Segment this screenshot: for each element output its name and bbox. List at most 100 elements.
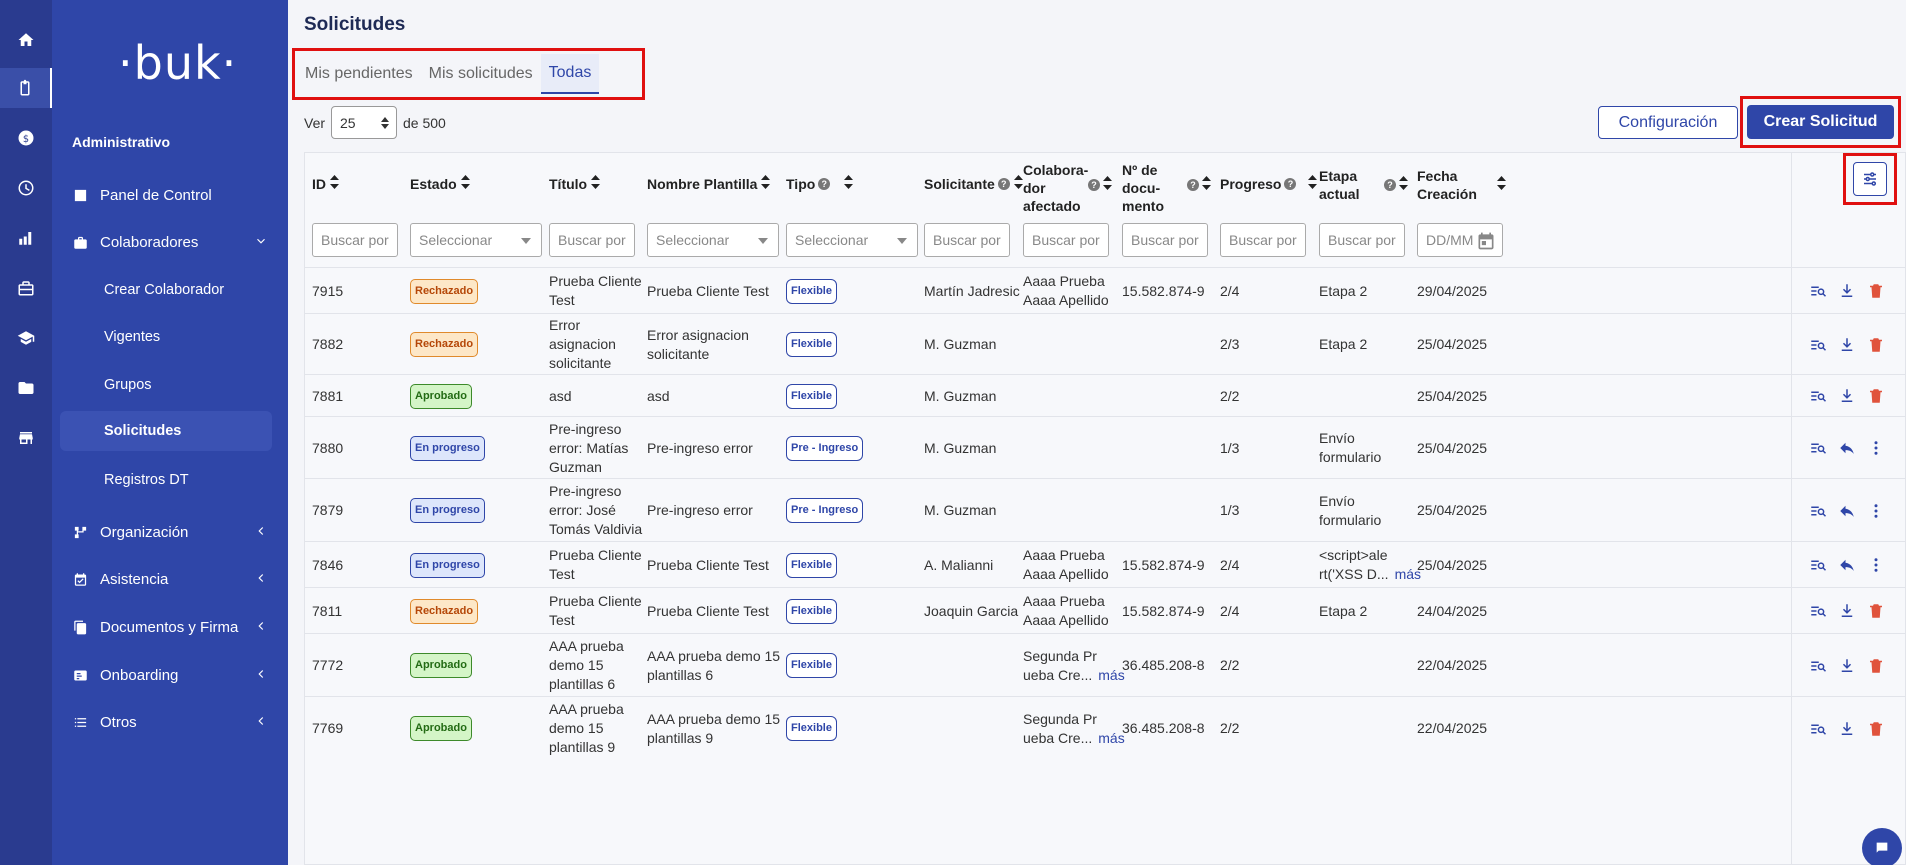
header-colaborador-afectado[interactable]: Colabora-dor afectado xyxy=(1023,161,1088,215)
sidebar-item-grupos[interactable]: Grupos xyxy=(52,365,288,405)
header-etapa-actual[interactable]: Etapa actual xyxy=(1319,167,1359,203)
tab-todas[interactable]: Todas xyxy=(540,54,600,94)
rail-attendance[interactable] xyxy=(0,168,52,208)
view-details-icon[interactable] xyxy=(1809,387,1827,405)
help-icon[interactable]: ? xyxy=(1384,179,1396,191)
column-settings-button[interactable] xyxy=(1853,162,1887,196)
header-titulo[interactable]: Título xyxy=(549,175,601,193)
view-details-icon[interactable] xyxy=(1809,720,1827,738)
page-size-select[interactable]: 25 xyxy=(331,106,398,139)
view-details-icon[interactable] xyxy=(1809,502,1827,520)
rail-home[interactable] xyxy=(0,20,52,60)
sort-icon[interactable] xyxy=(1497,176,1506,195)
view-details-icon[interactable] xyxy=(1809,282,1827,300)
delete-icon[interactable] xyxy=(1867,387,1885,405)
sidebar-item-organizacion[interactable]: Organización xyxy=(52,512,288,552)
view-details-icon[interactable] xyxy=(1809,439,1827,457)
sidebar-item-otros[interactable]: Otros xyxy=(52,702,288,742)
header-tipo[interactable]: Tipo? xyxy=(786,175,854,193)
table-row[interactable]: 7881 Aprobado asd asd Flexible M. Guzman 2/2 25… xyxy=(305,374,1906,416)
sort-icon[interactable] xyxy=(1399,176,1408,195)
view-details-icon[interactable] xyxy=(1809,602,1827,620)
header-estado[interactable]: Estado xyxy=(410,175,470,193)
more-options-icon[interactable] xyxy=(1867,502,1885,520)
download-icon[interactable] xyxy=(1838,336,1856,354)
header-fecha-creacion[interactable]: Fecha Creación xyxy=(1417,167,1477,203)
table-row[interactable]: 7879 En progreso Pre-ingreso error: José Tom… xyxy=(305,478,1906,541)
sidebar-item-vigentes[interactable]: Vigentes xyxy=(52,317,288,357)
sidebar-item-registros-dt[interactable]: Registros DT xyxy=(52,460,288,500)
reply-icon[interactable] xyxy=(1838,439,1856,457)
reply-icon[interactable] xyxy=(1838,556,1856,574)
filter-fecha-input[interactable]: DD/MM xyxy=(1417,223,1503,257)
filter-plantilla-select[interactable]: Seleccionar xyxy=(647,223,779,257)
table-row[interactable]: 7846 En progreso Prueba Cliente Test Prueba … xyxy=(305,541,1906,587)
filter-etapa-input[interactable]: Buscar por xyxy=(1319,223,1405,257)
rail-people[interactable] xyxy=(0,218,52,258)
rail-benefits[interactable] xyxy=(0,268,52,308)
header-id[interactable]: ID xyxy=(312,175,339,193)
chevron-left-icon[interactable] xyxy=(254,524,270,540)
delete-icon[interactable] xyxy=(1867,657,1885,675)
download-icon[interactable] xyxy=(1838,282,1856,300)
delete-icon[interactable] xyxy=(1867,336,1885,354)
crear-solicitud-button[interactable]: Crear Solicitud xyxy=(1747,105,1894,139)
table-row[interactable]: 7915 Rechazado Prueba Cliente Test Prueba Cl… xyxy=(305,267,1906,313)
view-details-icon[interactable] xyxy=(1809,336,1827,354)
view-details-icon[interactable] xyxy=(1809,556,1827,574)
sidebar-item-asistencia[interactable]: Asistencia xyxy=(52,559,288,599)
table-row[interactable]: 7772 Aprobado AAA prueba demo 15 plantillas … xyxy=(305,633,1906,696)
help-icon[interactable]: ? xyxy=(1187,179,1199,191)
chevron-left-icon[interactable] xyxy=(254,571,270,587)
rail-training[interactable] xyxy=(0,318,52,358)
sidebar-item-solicitudes[interactable]: Solicitudes xyxy=(60,411,272,451)
more-link[interactable]: más xyxy=(1098,729,1124,748)
tab-mis-pendientes[interactable]: Mis pendientes xyxy=(305,59,413,89)
header-plantilla[interactable]: Nombre Plantilla xyxy=(647,175,771,193)
filter-documento-input[interactable]: Buscar por xyxy=(1122,223,1208,257)
more-link[interactable]: más xyxy=(1098,666,1124,685)
table-row[interactable]: 7880 En progreso Pre-ingreso error: Matías G… xyxy=(305,416,1906,478)
rail-payroll[interactable]: $ xyxy=(0,118,52,158)
configuracion-button[interactable]: Configuración xyxy=(1598,106,1738,139)
chevron-down-icon[interactable] xyxy=(254,234,270,250)
download-icon[interactable] xyxy=(1838,602,1856,620)
delete-icon[interactable] xyxy=(1867,720,1885,738)
tab-mis-solicitudes[interactable]: Mis solicitudes xyxy=(429,59,533,89)
filter-titulo-input[interactable]: Buscar por xyxy=(549,223,635,257)
download-icon[interactable] xyxy=(1838,720,1856,738)
table-row[interactable]: 7811 Rechazado Prueba Cliente Test Prueba Cl… xyxy=(305,587,1906,633)
buk-logo[interactable]: ·buk· xyxy=(118,36,237,90)
view-details-icon[interactable] xyxy=(1809,657,1827,675)
chevron-left-icon[interactable] xyxy=(254,619,270,635)
table-row[interactable]: 7769 Aprobado AAA prueba demo 15 plantillas … xyxy=(305,696,1906,759)
chat-button[interactable] xyxy=(1862,828,1902,865)
more-options-icon[interactable] xyxy=(1867,556,1885,574)
header-documento[interactable]: Nº de docu-mento xyxy=(1122,161,1164,215)
rail-store[interactable] xyxy=(0,418,52,458)
filter-colaborador-input[interactable]: Buscar por xyxy=(1023,223,1109,257)
more-options-icon[interactable] xyxy=(1867,439,1885,457)
sort-icon[interactable] xyxy=(1202,176,1211,195)
download-icon[interactable] xyxy=(1838,657,1856,675)
chevron-left-icon[interactable] xyxy=(254,714,270,730)
sidebar-item-documentos[interactable]: Documentos y Firma xyxy=(52,607,288,647)
delete-icon[interactable] xyxy=(1867,282,1885,300)
sidebar-item-onboarding[interactable]: Onboarding xyxy=(52,655,288,695)
filter-solicitante-input[interactable]: Buscar por xyxy=(924,223,1010,257)
help-icon[interactable]: ? xyxy=(1088,179,1100,191)
reply-icon[interactable] xyxy=(1838,502,1856,520)
delete-icon[interactable] xyxy=(1867,602,1885,620)
sidebar-item-colaboradores[interactable]: Colaboradores xyxy=(52,222,288,262)
header-progreso[interactable]: Progreso? xyxy=(1220,175,1318,193)
filter-progreso-input[interactable]: Buscar por xyxy=(1220,223,1306,257)
rail-documents[interactable] xyxy=(0,368,52,408)
filter-estado-select[interactable]: Seleccionar xyxy=(410,223,542,257)
sidebar-item-crear-colaborador[interactable]: Crear Colaborador xyxy=(52,270,288,310)
table-row[interactable]: 7882 Rechazado Error asignacion solicitante E… xyxy=(305,313,1906,374)
rail-requests[interactable] xyxy=(0,68,52,108)
sidebar-item-panel-control[interactable]: Panel de Control xyxy=(52,175,288,215)
filter-tipo-select[interactable]: Seleccionar xyxy=(786,223,918,257)
sort-icon[interactable] xyxy=(1103,176,1112,195)
download-icon[interactable] xyxy=(1838,387,1856,405)
